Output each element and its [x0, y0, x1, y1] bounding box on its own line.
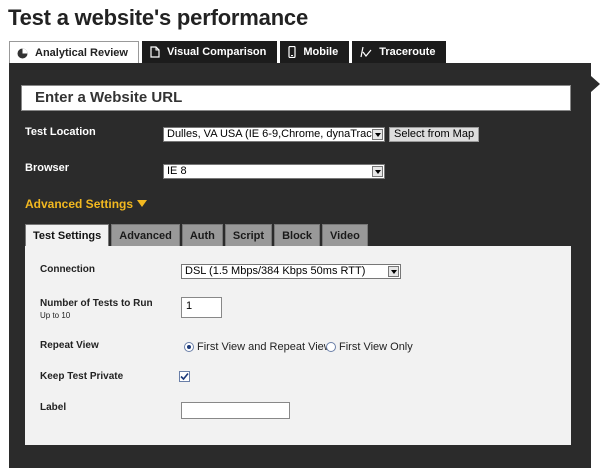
test-location-label: Test Location [25, 126, 96, 138]
mobile-phone-icon [288, 46, 296, 58]
tab-test-settings[interactable]: Test Settings [25, 224, 110, 246]
chevron-down-icon [372, 129, 383, 140]
tab-traceroute[interactable]: Traceroute [352, 41, 447, 63]
tab-script[interactable]: Script [224, 224, 273, 246]
tab-advanced[interactable]: Advanced [111, 224, 180, 246]
checkmark-icon [180, 372, 189, 381]
browser-value: IE 8 [167, 165, 187, 177]
tab-label: Traceroute [379, 46, 436, 58]
test-location-select[interactable]: Dulles, VA USA (IE 6-9,Chrome, dynaTrace… [163, 127, 385, 142]
test-label-input[interactable] [181, 402, 290, 419]
select-from-map-button[interactable]: Select from Map [389, 127, 480, 142]
private-label: Keep Test Private [40, 371, 124, 382]
triangle-down-icon [137, 200, 148, 207]
tab-mobile[interactable]: Mobile [280, 41, 350, 63]
tab-auth[interactable]: Auth [181, 224, 223, 246]
traceroute-icon [360, 46, 372, 58]
radio-first-and-repeat-view[interactable]: First View and Repeat View [184, 341, 332, 353]
keep-private-checkbox[interactable] [179, 371, 190, 382]
browser-select[interactable]: IE 8 [163, 164, 385, 179]
connection-select[interactable]: DSL (1.5 Mbps/384 Kbps 50ms RTT) [181, 264, 401, 279]
radio-button[interactable] [326, 342, 336, 352]
radio-first-view-only[interactable]: First View Only [326, 341, 413, 353]
tab-block[interactable]: Block [274, 224, 321, 246]
tab-label: Analytical Review [35, 47, 128, 59]
browser-label: Browser [25, 162, 70, 174]
document-icon [150, 46, 160, 58]
advanced-settings-label: Advanced Settings [25, 197, 134, 211]
num-tests-input[interactable]: 1 [181, 297, 222, 318]
radio-button-selected[interactable] [184, 342, 194, 352]
chevron-down-icon [372, 166, 383, 177]
tab-label: Visual Comparison [166, 46, 267, 58]
test-location-value: Dulles, VA USA (IE 6-9,Chrome, dynaTrace… [167, 128, 382, 140]
page-title: Test a website's performance [8, 5, 309, 30]
tab-video[interactable]: Video [322, 224, 368, 246]
num-tests-label: Number of Tests to Run [40, 298, 153, 309]
tab-visual-comparison[interactable]: Visual Comparison [141, 41, 278, 63]
tab-label: Mobile [303, 46, 339, 58]
url-input[interactable]: Enter a Website URL [21, 85, 571, 111]
main-tabs: Analytical Review Visual Comparison Mobi… [9, 41, 449, 64]
advanced-settings-toggle[interactable]: Advanced Settings [25, 197, 148, 211]
chevron-down-icon [388, 266, 399, 277]
connection-value: DSL (1.5 Mbps/384 Kbps 50ms RTT) [185, 265, 366, 277]
connection-label: Connection [40, 264, 95, 275]
num-tests-hint: Up to 10 [40, 311, 71, 320]
chart-pie-icon [17, 48, 28, 59]
test-label-label: Label [40, 402, 67, 413]
radio-label: First View and Repeat View [197, 341, 332, 353]
repeat-view-label: Repeat View [40, 340, 99, 351]
radio-label: First View Only [339, 341, 413, 353]
panel-arrow-icon [591, 76, 600, 92]
tab-analytical-review[interactable]: Analytical Review [9, 41, 139, 64]
settings-tabs: Test Settings Advanced Auth Script Block… [25, 224, 370, 246]
